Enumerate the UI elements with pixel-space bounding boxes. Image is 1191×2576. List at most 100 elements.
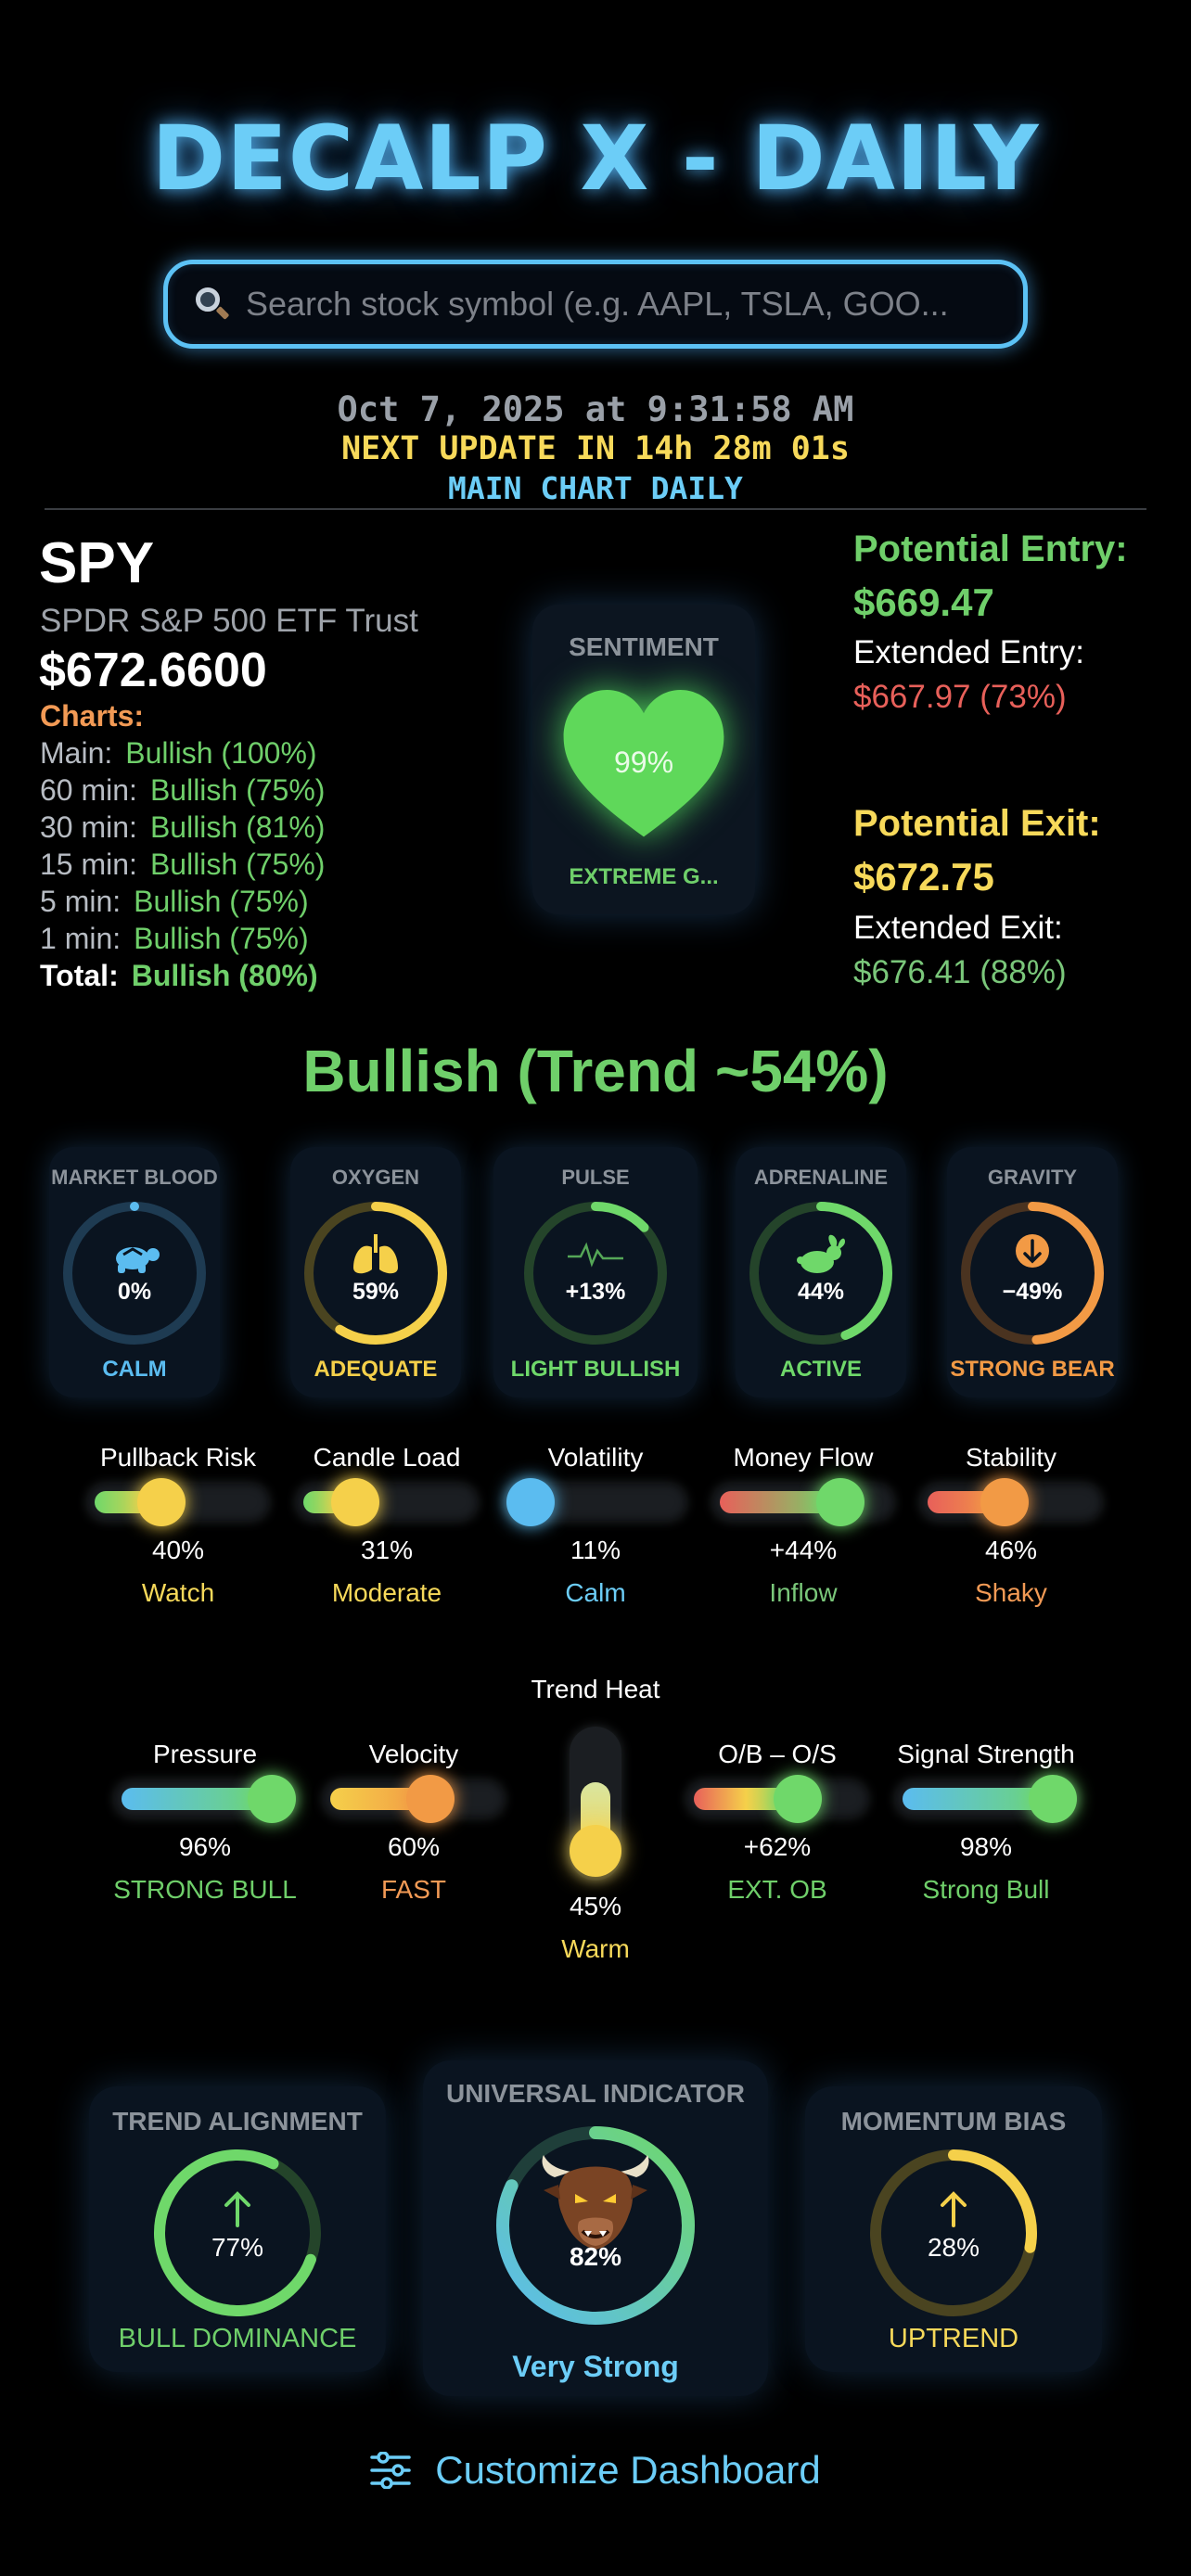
pulse-icon <box>568 1242 623 1268</box>
search-bar[interactable] <box>163 260 1028 349</box>
rabbit-icon <box>797 1234 845 1273</box>
timeframe-label: 15 min: <box>40 848 137 881</box>
bar-label: Inflow <box>769 1578 838 1607</box>
trend-alignment-value: 77% <box>211 2233 264 2262</box>
customize-dashboard-label: Customize Dashboard <box>435 2448 821 2492</box>
gauge-card-oxygen: OXYGEN 59% ADEQUATE <box>290 1147 461 1397</box>
potential-entry-value: $669.47 <box>853 580 994 624</box>
gauge-label: ADEQUATE <box>314 1357 438 1382</box>
timeframe-value: Bullish (100%) <box>125 736 317 770</box>
universal-indicator-card: UNIVERSAL INDICATOR 82% Very Strong <box>423 2060 768 2396</box>
gauge-card-pulse: PULSE +13% LIGHT BULLISH <box>493 1147 698 1397</box>
bar-label: Strong Bull <box>922 1875 1050 1904</box>
trend-alignment-title: TREND ALIGNMENT <box>112 2107 363 2136</box>
up-arrow-icon <box>224 2191 250 2227</box>
down-arrow-icon <box>1016 1234 1049 1268</box>
chart-timeframe-row: Main: Bullish (100%) <box>40 736 317 771</box>
bar-track <box>712 1478 894 1526</box>
search-input[interactable] <box>246 285 1023 324</box>
bar-label: FAST <box>380 1875 446 1904</box>
timeframe-value: Bullish (75%) <box>134 922 309 955</box>
chart-total-row: Total: Bullish (80%) <box>40 959 318 993</box>
bar-title: Signal Strength <box>897 1740 1075 1768</box>
bar-label: EXT. OB <box>727 1875 827 1904</box>
timeframe-label: 60 min: <box>40 773 137 807</box>
extended-exit-value: $676.41 (88%) <box>853 954 1067 990</box>
bar-value: 31% <box>360 1536 414 1564</box>
trend-alignment-card: TREND ALIGNMENT 77% BULL DOMINANCE <box>89 2086 386 2372</box>
sentiment-percent: 99% <box>613 746 674 779</box>
bar-track <box>895 1775 1077 1823</box>
bar-value: +44% <box>769 1536 838 1564</box>
bar-knob <box>1029 1775 1077 1823</box>
up-arrow-icon <box>941 2191 967 2227</box>
sentiment-card: SENTIMENT 99% EXTREME G... <box>532 605 755 914</box>
potential-entry-label: Potential Entry: <box>853 529 1128 569</box>
chart-timeframe-row: 60 min: Bullish (75%) <box>40 773 325 808</box>
bar-knob <box>330 1478 379 1526</box>
bar-track <box>920 1478 1102 1526</box>
bar-title: O/B – O/S <box>718 1740 837 1768</box>
gauge-label: LIGHT BULLISH <box>510 1357 681 1382</box>
gauge-label: CALM <box>102 1357 167 1382</box>
gauge-title: PULSE <box>561 1166 630 1189</box>
timeframe-value: Bullish (75%) <box>149 773 326 807</box>
gauge-title: OXYGEN <box>331 1166 420 1189</box>
gauge-label: STRONG BEAR <box>950 1357 1115 1382</box>
gauge-title: GRAVITY <box>987 1166 1078 1189</box>
momentum-bias-label: UPTREND <box>888 2324 1019 2353</box>
gauge-value: 0% <box>117 1279 152 1305</box>
customize-dashboard-button[interactable]: Customize Dashboard <box>0 2448 1191 2493</box>
trend-heat-knob <box>570 1825 621 1877</box>
bar-knob <box>248 1775 296 1823</box>
trend-summary: Bullish (Trend ~54%) <box>302 1038 889 1104</box>
bar-value: 11% <box>570 1536 621 1564</box>
bar-knob <box>980 1478 1029 1526</box>
gauge-card-gravity: GRAVITY −49% STRONG BEAR <box>947 1147 1118 1397</box>
gauge-title: ADRENALINE <box>753 1166 889 1189</box>
momentum-bias-card: MOMENTUM BIAS 28% UPTREND <box>805 2086 1102 2372</box>
timeframe-value: Bullish (80%) <box>131 959 318 992</box>
bar-track <box>87 1478 269 1526</box>
bull-icon <box>542 2155 649 2250</box>
bar-track <box>296 1478 478 1526</box>
charts-heading: Charts: <box>40 699 145 733</box>
trend-heat-label: Warm <box>561 1934 630 1963</box>
timeframe-value: Bullish (75%) <box>134 885 309 918</box>
bar-title: Pressure <box>152 1740 258 1768</box>
bar-value: 46% <box>984 1536 1038 1564</box>
timeframe-label: 5 min: <box>40 885 122 918</box>
bar-label: Calm <box>565 1578 626 1607</box>
gauge-value: −49% <box>1002 1279 1063 1305</box>
divider <box>45 508 1146 510</box>
trend-heat-title: Trend Heat <box>531 1675 660 1703</box>
bar-value: 96% <box>178 1832 232 1861</box>
bar-value: 40% <box>151 1536 205 1564</box>
gauge-value: 59% <box>352 1279 400 1305</box>
potential-exit-label: Potential Exit: <box>853 803 1101 844</box>
momentum-bias-title: MOMENTUM BIAS <box>840 2107 1067 2136</box>
timeframe-value: Bullish (81%) <box>149 810 326 844</box>
timeframe-label: Main: <box>40 736 113 770</box>
potential-exit-value: $672.75 <box>853 855 994 899</box>
gauge-card-adrenaline: ADRENALINE 44% ACTIVE <box>736 1147 906 1397</box>
bar-title: Velocity <box>368 1740 459 1768</box>
gauge-card-market-blood: MARKET BLOOD 0% CALM <box>49 1147 220 1397</box>
bar-knob <box>137 1478 186 1526</box>
sentiment-title: SENTIMENT <box>569 632 719 661</box>
bar-knob <box>773 1775 822 1823</box>
timeframe-value: Bullish (75%) <box>149 848 326 881</box>
chart-timeframe-row: 15 min: Bullish (75%) <box>40 848 325 882</box>
bar-knob <box>506 1478 555 1526</box>
chart-timeframe-row: 1 min: Bullish (75%) <box>40 922 309 956</box>
timeframe-label: 1 min: <box>40 922 122 955</box>
next-update-countdown: NEXT UPDATE IN 14h 28m 01s <box>341 430 850 467</box>
stock-price: $672.6600 <box>39 644 267 697</box>
bar-title: Money Flow <box>733 1443 874 1472</box>
bar-track <box>323 1775 505 1823</box>
bar-track <box>114 1775 296 1823</box>
bar-title: Stability <box>965 1443 1057 1472</box>
chart-timeframe-row: 5 min: Bullish (75%) <box>40 885 309 919</box>
universal-indicator-title: UNIVERSAL INDICATOR <box>445 2079 746 2108</box>
universal-indicator-label: Very Strong <box>512 2350 679 2383</box>
